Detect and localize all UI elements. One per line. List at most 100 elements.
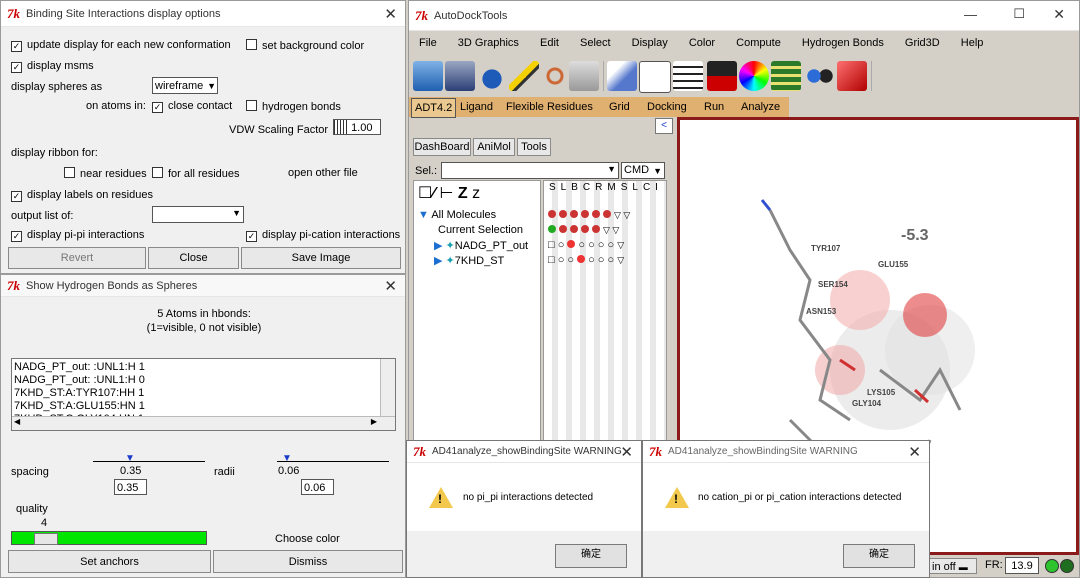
selection-input[interactable]: ▼ <box>441 162 619 179</box>
menu-file[interactable]: File <box>419 37 437 49</box>
hbond-list[interactable]: NADG_PT_out: :UNL1:H 1 NADG_PT_out: :UNL… <box>11 358 396 431</box>
residue-label: LYS105 <box>867 388 896 397</box>
list-item[interactable]: NADG_PT_out: :UNL1:H 1 <box>14 361 145 373</box>
ok-button[interactable]: 确定 <box>843 544 915 568</box>
close-button[interactable]: Close <box>148 247 239 269</box>
tab-flexible-residues[interactable]: Flexible Residues <box>503 98 596 116</box>
quality-slider-handle[interactable] <box>34 533 58 545</box>
crosshair-icon[interactable] <box>540 61 570 91</box>
grid-table-icon[interactable] <box>771 61 801 91</box>
scroll-left-icon[interactable]: ◀ <box>14 417 20 426</box>
current-selection-node[interactable]: Current Selection <box>438 224 523 236</box>
vertical-scrollbar[interactable] <box>380 359 395 417</box>
tab-run[interactable]: Run <box>701 98 727 116</box>
current-selection-toggles[interactable]: ▽ ▽ <box>548 224 619 236</box>
tab-analyze[interactable]: Analyze <box>738 98 783 116</box>
spacing-slider[interactable] <box>93 461 205 462</box>
ok-button[interactable]: 确定 <box>555 544 627 568</box>
collapse-panel-icon[interactable]: < <box>655 118 673 134</box>
close-icon[interactable]: ✕ <box>384 277 397 295</box>
tab-grid[interactable]: Grid <box>606 98 633 116</box>
pointer-icon[interactable] <box>607 61 637 91</box>
close-icon[interactable]: ✕ <box>620 443 633 461</box>
cmd-select[interactable]: CMD ▼ <box>621 162 665 179</box>
list-item[interactable]: 7KHD_ST:A:TYR107:HH 1 <box>14 387 144 399</box>
tab-dashboard[interactable]: DashBoard <box>413 138 471 156</box>
menu-display[interactable]: Display <box>632 37 668 49</box>
spacing-input[interactable]: 0.35 <box>114 479 147 495</box>
menu-edit[interactable]: Edit <box>540 37 559 49</box>
hydrogen-bonds-checkbox[interactable]: hydrogen bonds <box>246 100 341 113</box>
quality-label: quality <box>16 503 48 515</box>
monitor-icon[interactable] <box>707 61 737 91</box>
radii-input[interactable]: 0.06 <box>301 479 334 495</box>
open-other-file-link[interactable]: open other file <box>288 167 358 179</box>
molecule-nadg-node[interactable]: ▶ ✦NADG_PT_out <box>434 239 528 252</box>
near-residues-checkbox[interactable]: near residues <box>64 167 147 180</box>
tab-adt42[interactable]: ADT4.2 <box>411 98 457 118</box>
undo-arrow-icon[interactable] <box>477 61 507 91</box>
tab-ligand[interactable]: Ligand <box>457 98 496 116</box>
binding-energy-label: -5.3 <box>901 227 929 244</box>
save-image-button[interactable]: Save Image <box>241 247 401 269</box>
menu-3d-graphics[interactable]: 3D Graphics <box>458 37 519 49</box>
choose-color-link[interactable]: Choose color <box>275 533 340 545</box>
list-item[interactable]: 7KHD_ST:A:GLU155:HN 1 <box>14 400 145 412</box>
select-box-icon[interactable] <box>569 61 599 91</box>
window-title: Binding Site Interactions display option… <box>26 7 221 20</box>
red-cube-icon[interactable] <box>837 61 867 91</box>
maximize-icon[interactable]: ☐ <box>1013 6 1025 22</box>
7khd-toggles[interactable]: □ ○ ○ ○ ○ ○ ▽ <box>548 254 624 266</box>
menu-hydrogen-bonds[interactable]: Hydrogen Bonds <box>802 37 884 49</box>
3d-glasses-icon[interactable] <box>805 61 835 91</box>
quality-slider[interactable] <box>11 531 207 545</box>
menu-help[interactable]: Help <box>961 37 984 49</box>
tree-toolbar-icons[interactable]: ☐∕ ⊢ Z z <box>418 183 480 203</box>
set-background-checkbox[interactable]: set background color <box>246 39 364 52</box>
radii-slider[interactable] <box>277 461 389 462</box>
spheres-select[interactable]: wireframe ▼ <box>152 77 218 94</box>
spacing-slider-marker-icon[interactable]: ▼ <box>125 453 135 464</box>
fr-value: 13.9 <box>1005 557 1039 574</box>
menu-color[interactable]: Color <box>689 37 715 49</box>
close-contact-checkbox[interactable]: ✓ close contact <box>152 100 232 113</box>
window-title: Show Hydrogen Bonds as Spheres <box>26 279 198 292</box>
display-pication-checkbox[interactable]: ✓ display pi-cation interactions <box>246 229 400 242</box>
set-anchors-button[interactable]: Set anchors <box>8 550 211 573</box>
menu-select[interactable]: Select <box>580 37 611 49</box>
output-list-select[interactable]: ▼ <box>152 206 244 223</box>
list-item[interactable]: NADG_PT_out: :UNL1:H 0 <box>14 374 145 386</box>
close-icon[interactable]: ✕ <box>384 5 397 23</box>
open-folder-icon[interactable] <box>413 61 443 91</box>
nadg-toggles[interactable]: □ ○ ○ ○ ○ ○ ▽ <box>548 239 624 251</box>
display-spheres-label: display spheres as <box>11 81 103 93</box>
tab-tools[interactable]: Tools <box>517 138 551 156</box>
display-msms-checkbox[interactable]: ✓ display msms <box>11 60 94 73</box>
close-icon[interactable]: ✕ <box>908 443 921 461</box>
revert-button[interactable]: Revert <box>8 247 146 269</box>
display-labels-checkbox[interactable]: ✓ display labels on residues <box>11 189 153 202</box>
radii-slider-marker-icon[interactable]: ▼ <box>282 453 292 464</box>
all-molecules-node[interactable]: ▼ All Molecules <box>418 209 496 221</box>
scroll-right-icon[interactable]: ▶ <box>371 417 377 426</box>
all-molecules-toggles[interactable]: ▽ ▽ <box>548 209 630 221</box>
color-wheel-icon[interactable] <box>739 61 769 91</box>
update-display-checkbox[interactable]: ✓ update display for each new conformatio… <box>11 39 231 52</box>
status-off-select[interactable]: in off ▬ <box>929 558 977 574</box>
text-lines-icon[interactable] <box>673 61 703 91</box>
pencil-icon[interactable] <box>509 61 539 91</box>
horizontal-scrollbar[interactable]: ◀ ▶ <box>12 416 395 430</box>
menu-compute[interactable]: Compute <box>736 37 781 49</box>
save-disk-icon[interactable] <box>445 61 475 91</box>
vdw-dial[interactable]: 1.00 <box>333 119 381 135</box>
dismiss-button[interactable]: Dismiss <box>213 550 403 573</box>
molecule-7khd-node[interactable]: ▶ ✦7KHD_ST <box>434 254 504 267</box>
tab-animol[interactable]: AniMol <box>473 138 515 156</box>
tab-docking[interactable]: Docking <box>644 98 690 116</box>
terminal-icon[interactable] <box>639 61 671 93</box>
close-icon[interactable]: ✕ <box>1053 6 1065 23</box>
all-residues-checkbox[interactable]: for all residues <box>152 167 240 180</box>
minimize-icon[interactable]: — <box>964 7 977 22</box>
menu-grid3d[interactable]: Grid3D <box>905 37 940 49</box>
display-pipi-checkbox[interactable]: ✓ display pi-pi interactions <box>11 229 144 242</box>
